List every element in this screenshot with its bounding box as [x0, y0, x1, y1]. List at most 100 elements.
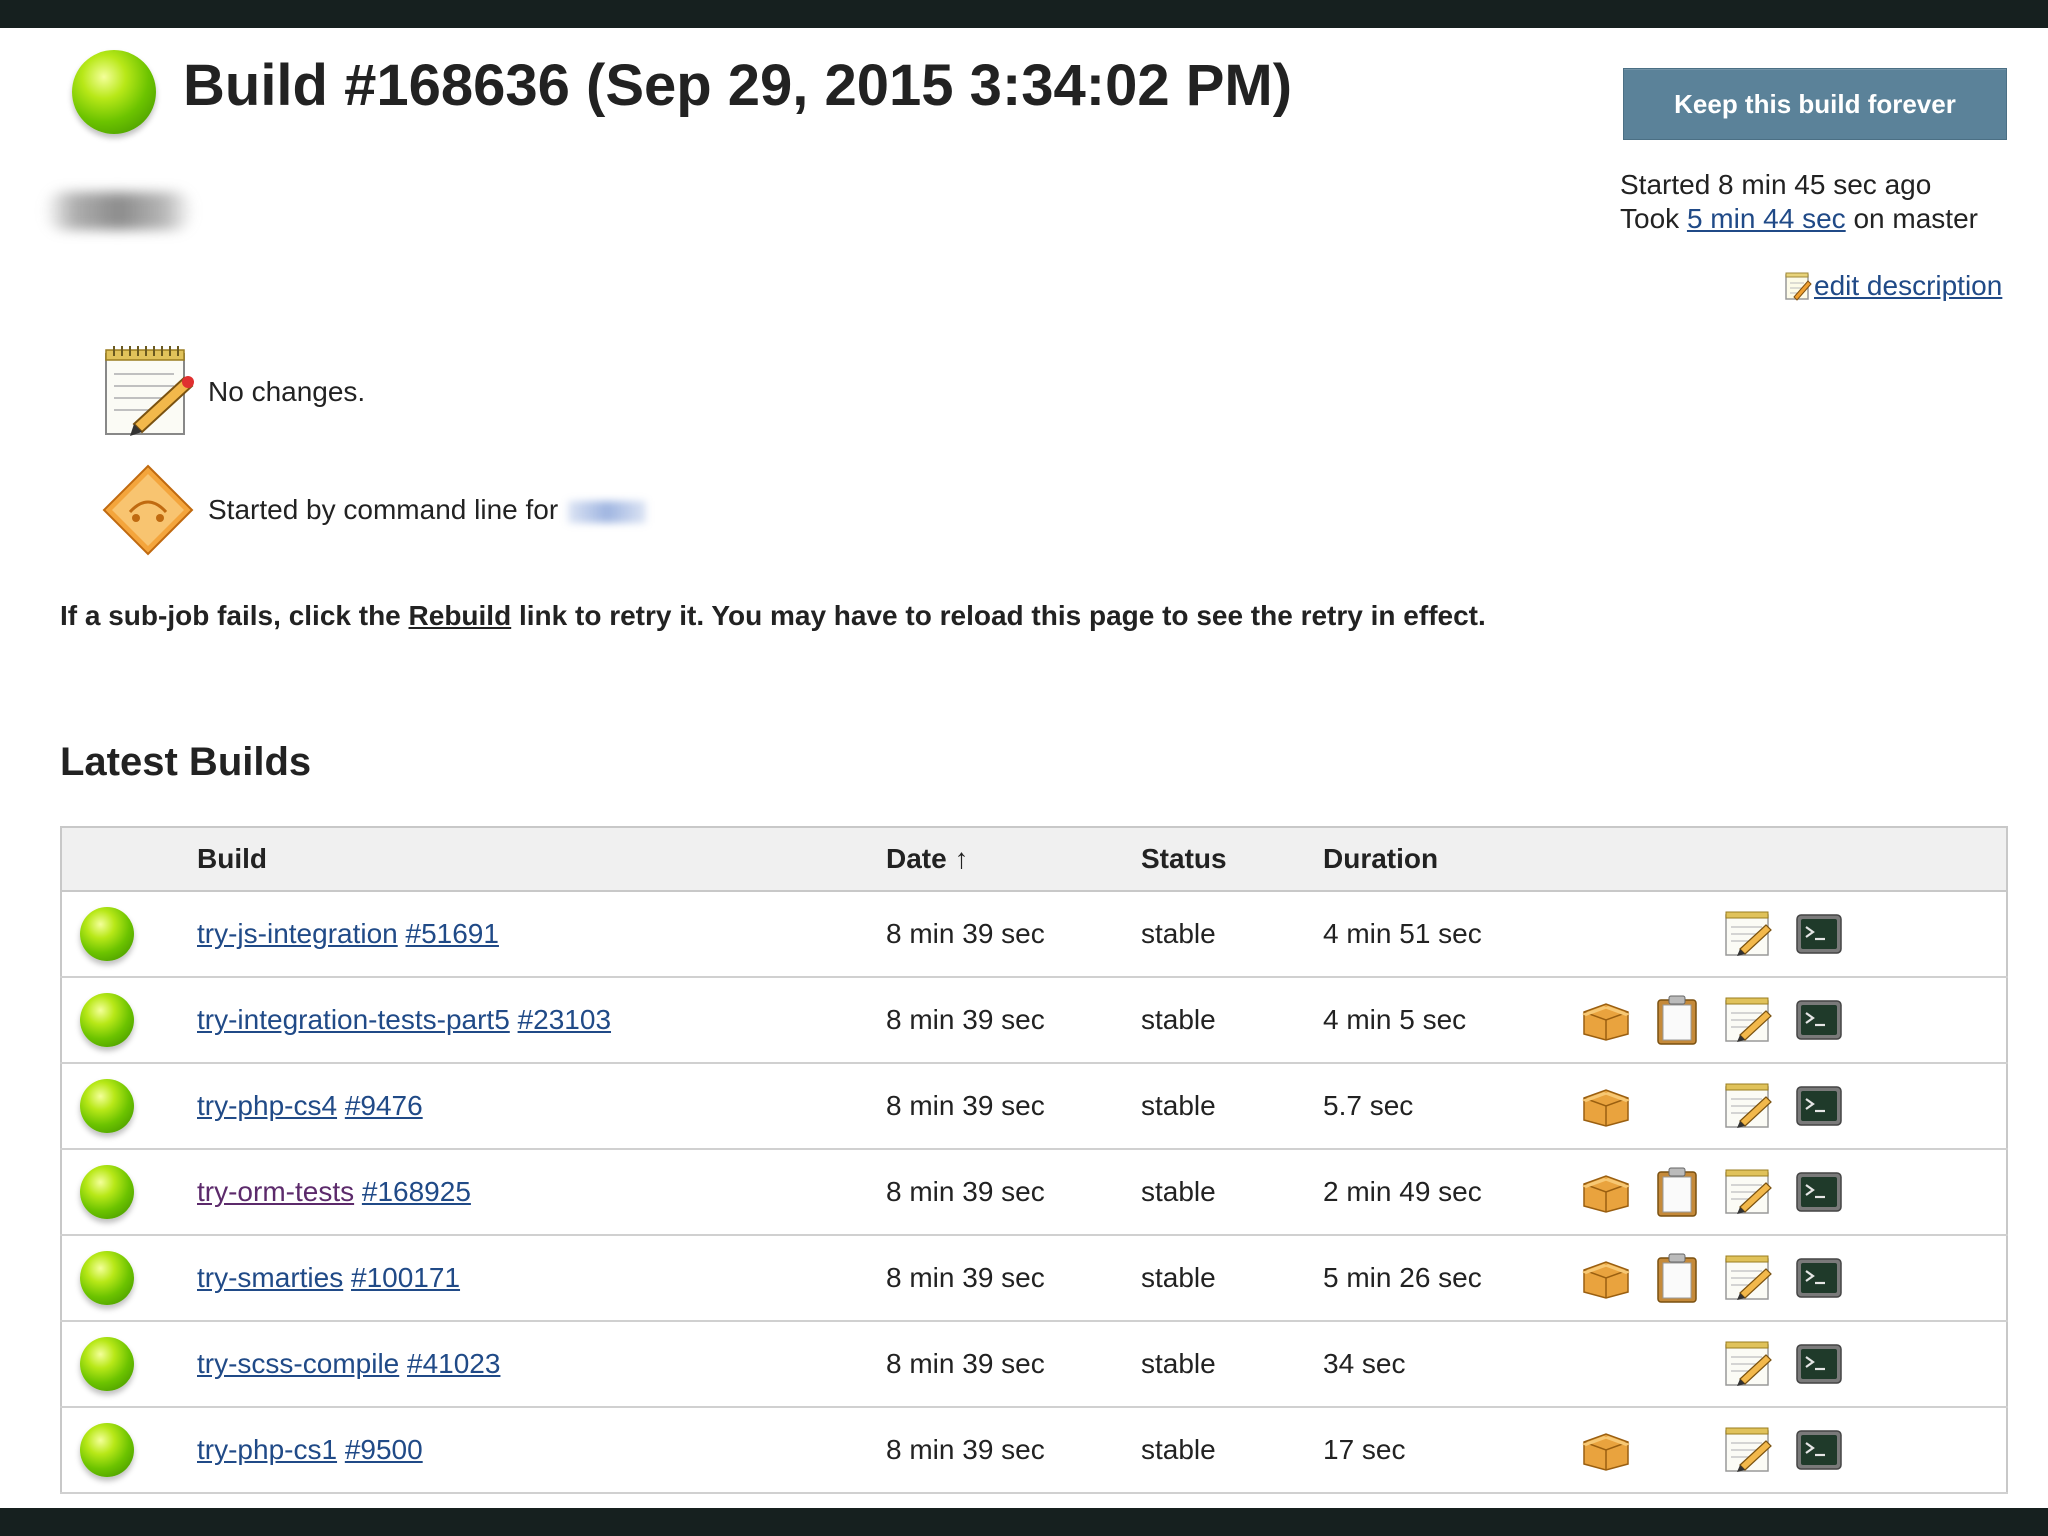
build-cause-row: Started by command line for — [100, 462, 646, 558]
job-link[interactable]: try-smarties — [197, 1262, 343, 1293]
notepad-icon[interactable] — [1720, 1164, 1776, 1220]
build-timing: Started 8 min 45 sec ago Took 5 min 44 s… — [1620, 168, 1978, 236]
column-header-status[interactable]: Status — [1141, 826, 1323, 892]
build-number-link[interactable]: #9476 — [345, 1090, 423, 1121]
edit-description-link[interactable]: edit description — [1814, 270, 2002, 302]
package-icon[interactable] — [1578, 1078, 1634, 1134]
row-actions — [1578, 1236, 2006, 1320]
job-link[interactable]: try-orm-tests — [197, 1176, 354, 1207]
column-header-actions — [1578, 826, 2007, 892]
job-link[interactable]: try-integration-tests-part5 — [197, 1004, 510, 1035]
table-header-row: Build Date ↑ Status Duration — [61, 826, 2007, 892]
console-icon[interactable] — [1791, 906, 1847, 962]
build-duration: 2 min 49 sec — [1323, 1149, 1578, 1236]
job-link[interactable]: try-js-integration — [197, 918, 398, 949]
console-icon[interactable] — [1791, 1164, 1847, 1220]
build-status: stable — [1141, 1321, 1323, 1408]
package-icon[interactable] — [1578, 1164, 1634, 1220]
clipboard-icon[interactable] — [1649, 1164, 1705, 1220]
build-duration: 4 min 5 sec — [1323, 977, 1578, 1064]
build-status: stable — [1141, 1149, 1323, 1236]
console-icon[interactable] — [1791, 1336, 1847, 1392]
console-icon[interactable] — [1791, 1078, 1847, 1134]
console-icon[interactable] — [1791, 1250, 1847, 1306]
duration-link[interactable]: 5 min 44 sec — [1687, 203, 1846, 234]
table-row: try-smarties #100171 8 min 39 sec stable… — [61, 1235, 2007, 1322]
row-actions — [1578, 1064, 2006, 1148]
console-icon[interactable] — [1791, 992, 1847, 1048]
row-actions — [1578, 978, 2006, 1062]
package-icon[interactable] — [1578, 992, 1634, 1048]
table-row: try-orm-tests #168925 8 min 39 sec stabl… — [61, 1149, 2007, 1236]
build-status: stable — [1141, 977, 1323, 1064]
build-date: 8 min 39 sec — [886, 1407, 1141, 1494]
keep-build-forever-button[interactable]: Keep this build forever — [1623, 68, 2007, 140]
build-duration: 17 sec — [1323, 1407, 1578, 1494]
latest-builds-table: Build Date ↑ Status Duration try-js-inte… — [60, 826, 2008, 1494]
row-actions — [1578, 892, 2006, 976]
no-changes-text: No changes. — [208, 376, 366, 407]
build-number-link[interactable]: #51691 — [406, 918, 499, 949]
table-row: try-integration-tests-part5 #23103 8 min… — [61, 977, 2007, 1064]
latest-builds-title: Latest Builds — [60, 740, 312, 784]
package-icon[interactable] — [1578, 1422, 1634, 1478]
notepad-icon[interactable] — [1720, 1078, 1776, 1134]
job-link[interactable]: try-scss-compile — [197, 1348, 399, 1379]
build-status-ball-icon — [80, 1165, 134, 1219]
build-status-ball-icon — [80, 907, 134, 961]
table-row: try-php-cs1 #9500 8 min 39 sec stable 17… — [61, 1407, 2007, 1494]
notepad-icon[interactable] — [1720, 992, 1776, 1048]
table-row: try-scss-compile #41023 8 min 39 sec sta… — [61, 1321, 2007, 1408]
notepad-icon[interactable] — [1720, 1336, 1776, 1392]
build-status-ball-icon — [80, 1079, 134, 1133]
build-date: 8 min 39 sec — [886, 1063, 1141, 1150]
started-ago-text: Started 8 min 45 sec ago — [1620, 169, 1932, 200]
rebuild-link[interactable]: Rebuild — [409, 600, 512, 631]
job-link[interactable]: try-php-cs4 — [197, 1090, 337, 1121]
notepad-icon[interactable] — [1720, 906, 1776, 962]
started-by-text: Started by command line for — [208, 494, 566, 525]
build-number-link[interactable]: #100171 — [351, 1262, 460, 1293]
clipboard-icon[interactable] — [1649, 1250, 1705, 1306]
build-status-ball-icon — [80, 1251, 134, 1305]
top-bar — [0, 0, 2048, 28]
empty-icon-slot — [1578, 906, 1634, 962]
notepad-icon[interactable] — [1720, 1250, 1776, 1306]
subjob-info-text: If a sub-job fails, click the Rebuild li… — [60, 600, 1486, 631]
empty-icon-slot — [1649, 1336, 1705, 1392]
package-icon[interactable] — [1578, 1250, 1634, 1306]
edit-description[interactable]: edit description — [1784, 270, 2002, 302]
column-header-build[interactable]: Build — [197, 826, 886, 892]
job-link[interactable]: try-php-cs1 — [197, 1434, 337, 1465]
build-status-ball-icon — [80, 993, 134, 1047]
row-actions — [1578, 1150, 2006, 1234]
build-duration: 4 min 51 sec — [1323, 891, 1578, 978]
column-header-date[interactable]: Date ↑ — [886, 826, 1141, 892]
build-status-ball-icon — [80, 1337, 134, 1391]
user-avatar-blurred — [44, 192, 194, 230]
build-number-link[interactable]: #168925 — [362, 1176, 471, 1207]
bottom-bar — [0, 1508, 2048, 1536]
console-icon[interactable] — [1791, 1422, 1847, 1478]
build-duration: 5.7 sec — [1323, 1063, 1578, 1150]
build-number-link[interactable]: #23103 — [518, 1004, 611, 1035]
empty-icon-slot — [1649, 1078, 1705, 1134]
empty-icon-slot — [1649, 906, 1705, 962]
build-status: stable — [1141, 1235, 1323, 1322]
build-number-link[interactable]: #9500 — [345, 1434, 423, 1465]
table-row: try-php-cs4 #9476 8 min 39 sec stable 5.… — [61, 1063, 2007, 1150]
build-date: 8 min 39 sec — [886, 891, 1141, 978]
column-header-duration[interactable]: Duration — [1323, 826, 1578, 892]
build-duration: 34 sec — [1323, 1321, 1578, 1408]
page-title: Build #168636 (Sep 29, 2015 3:34:02 PM) — [183, 53, 1293, 118]
took-line: Took 5 min 44 sec on master — [1620, 203, 1978, 234]
user-link-blurred[interactable] — [567, 500, 646, 523]
notepad-icon — [1784, 271, 1812, 301]
build-number-link[interactable]: #41023 — [407, 1348, 500, 1379]
build-status-ball-icon — [72, 50, 156, 134]
notepad-icon[interactable] — [1720, 1422, 1776, 1478]
diamond-cause-icon — [100, 462, 196, 558]
build-status: stable — [1141, 1407, 1323, 1494]
build-date: 8 min 39 sec — [886, 977, 1141, 1064]
clipboard-icon[interactable] — [1649, 992, 1705, 1048]
